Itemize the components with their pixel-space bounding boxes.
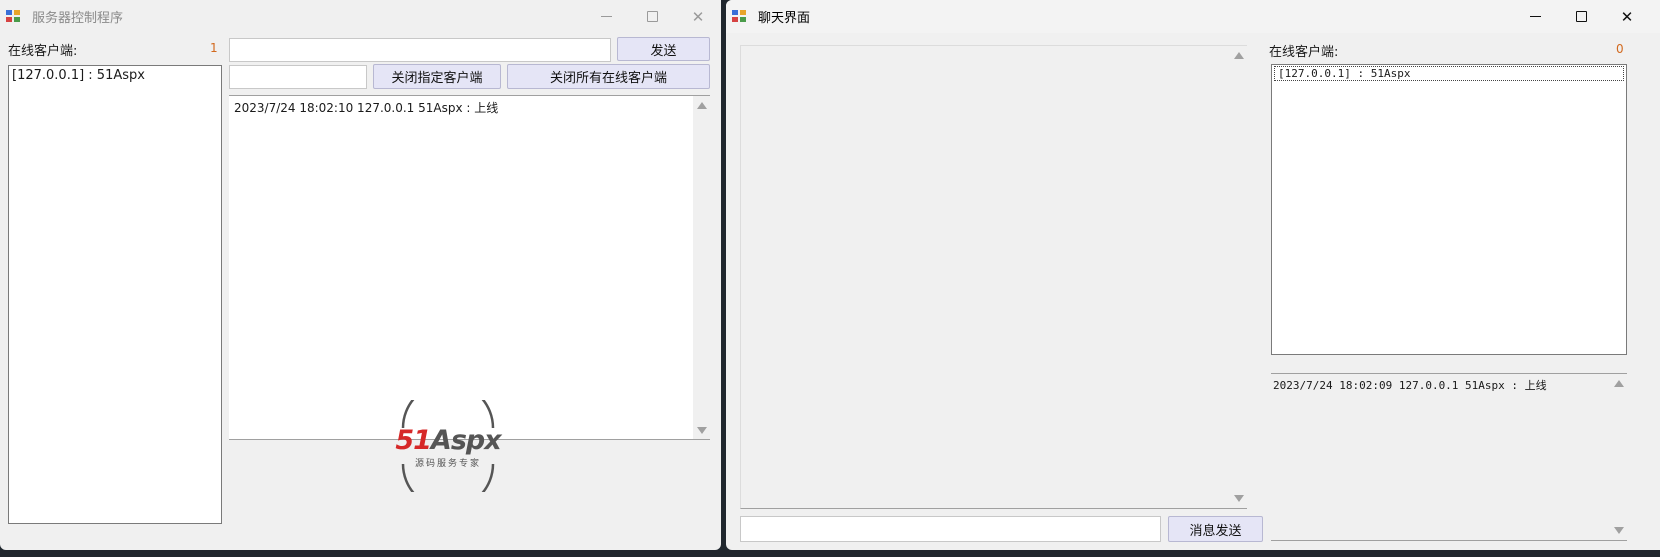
chat-title: 聊天界面 (758, 11, 811, 26)
server-log[interactable]: 2023/7/24 18:02:10 127.0.0.1 51Aspx : 上线 (229, 95, 710, 440)
client-list[interactable]: [127.0.0.1] : 51Aspx (8, 65, 222, 524)
maximize-button[interactable] (1558, 0, 1604, 33)
chat-client-list[interactable]: [127.0.0.1] : 51Aspx (1271, 64, 1627, 355)
list-item[interactable]: [127.0.0.1] : 51Aspx (1274, 66, 1624, 81)
scroll-up-icon[interactable] (1234, 52, 1244, 59)
list-item[interactable]: [127.0.0.1] : 51Aspx (9, 66, 221, 85)
chat-message-input[interactable] (740, 516, 1161, 542)
client-name-input[interactable] (229, 65, 367, 89)
close-all-clients-button[interactable]: 关闭所有在线客户端 (507, 64, 710, 89)
minimize-icon (600, 16, 612, 17)
server-titlebar[interactable]: 服务器控制程序 ✕ (0, 0, 721, 33)
watermark-51: 51 (395, 425, 432, 456)
log-line: 2023/7/24 18:02:09 127.0.0.1 51Aspx : 上线 (1273, 379, 1547, 392)
maximize-icon (1575, 11, 1587, 22)
scroll-up-icon[interactable] (697, 102, 707, 109)
minimize-icon (1529, 16, 1541, 17)
chat-online-count: 0 (1616, 42, 1624, 56)
chat-titlebar[interactable]: 聊天界面 ✕ (726, 0, 1660, 33)
message-input[interactable] (229, 38, 611, 62)
watermark-logo: 51Aspx 源码服务专家 (383, 381, 513, 511)
chat-send-button[interactable]: 消息发送 (1168, 516, 1263, 542)
scroll-up-icon[interactable] (1614, 380, 1624, 387)
server-window: 服务器控制程序 ✕ 在线客户端: 1 [127.0.0.1] : 51Aspx … (0, 0, 721, 550)
server-title: 服务器控制程序 (32, 11, 124, 26)
chat-online-clients-label: 在线客户端: (1269, 45, 1339, 60)
log-line: 2023/7/24 18:02:10 127.0.0.1 51Aspx : 上线 (234, 101, 499, 115)
app-icon (6, 9, 22, 24)
chat-window: 聊天界面 ✕ 消息发送 在线客户端: 0 [127.0.0.1] : 51Asp… (726, 0, 1660, 550)
online-count: 1 (210, 41, 218, 55)
close-button[interactable]: ✕ (675, 0, 721, 33)
scroll-down-icon[interactable] (1234, 495, 1244, 502)
close-icon: ✕ (1620, 7, 1634, 26)
watermark-tagline: 源码服务专家 (414, 459, 481, 469)
close-button[interactable]: ✕ (1604, 0, 1650, 33)
chat-log-scrollbar[interactable] (1610, 374, 1627, 540)
watermark-aspx: Aspx (430, 425, 502, 456)
minimize-button[interactable] (583, 0, 629, 33)
minimize-button[interactable] (1512, 0, 1558, 33)
maximize-icon (646, 11, 658, 22)
online-clients-label: 在线客户端: (8, 44, 78, 59)
close-icon: ✕ (691, 7, 705, 26)
chat-message-area[interactable] (740, 45, 1247, 509)
app-icon (732, 9, 748, 24)
chat-message-scrollbar[interactable] (1230, 46, 1247, 508)
chat-log[interactable]: 2023/7/24 18:02:09 127.0.0.1 51Aspx : 上线 (1271, 373, 1627, 541)
server-log-scrollbar[interactable] (693, 96, 710, 440)
send-button[interactable]: 发送 (617, 37, 710, 61)
close-selected-client-button[interactable]: 关闭指定客户端 (373, 64, 501, 89)
maximize-button[interactable] (629, 0, 675, 33)
scroll-down-icon[interactable] (1614, 527, 1624, 534)
scroll-down-icon[interactable] (697, 427, 707, 434)
